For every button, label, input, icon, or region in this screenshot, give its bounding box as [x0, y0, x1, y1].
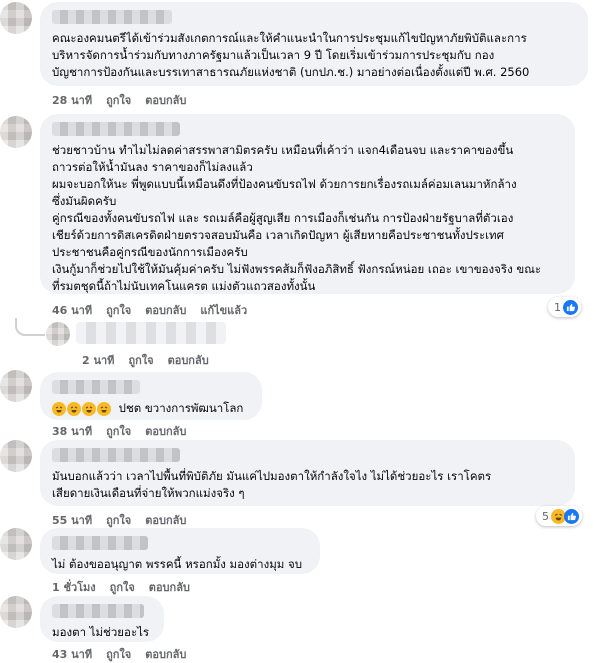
comment-line: ช่วยชาวบ้าน ทำไมไม่ลดค่าสรรพาสามิตรครับ …	[52, 143, 514, 157]
comment-text: ไม่ ต้องขออนุญาต พรรคนี้ หรอกมั้ง มองต่า…	[52, 556, 308, 573]
like-button[interactable]: ถูกใจ	[128, 351, 153, 369]
comment-line: คู่กรณีของทั้งคนขับรถไฟ และ รถเมล์คือผู้…	[52, 211, 514, 225]
commenter-name[interactable]	[52, 122, 180, 136]
comment-line: เสียดายเงินเดือนที่จ่ายให้พวกแม่งจริง ๆ	[52, 486, 245, 500]
timestamp: 1 ชั่วโมง	[52, 581, 96, 594]
comment-line: ผมจะบอกให้นะ พี่พูดแบบนี้เหมือนดึงที่ป้อ…	[52, 177, 517, 191]
comment-line: ถาวรต่อให้น้ำมันลง ราคาของก็ไม่ลงแล้ว	[52, 160, 253, 174]
avatar[interactable]	[0, 370, 32, 402]
comment-line: เงินกู้มาก็ช่วยไปใช้ให้มันคุ้มค่าครับ ไม…	[52, 262, 542, 276]
comment-bubble: ช่วยชาวบ้าน ทำไมไม่ลดค่าสรรพาสามิตรครับ …	[40, 114, 575, 294]
laughing-emoji-icon	[82, 401, 96, 416]
laughing-emoji-icon	[67, 401, 81, 416]
avatar[interactable]	[0, 440, 32, 472]
reply-button[interactable]: ตอบกลับ	[168, 351, 209, 369]
comment-line: ประชาชนคือคู่กรณีของนักการเมืองครับ	[52, 245, 248, 259]
comment-text: คณะองคมนตรีได้เข้าร่วมสังเกตการณ์และให้ค…	[52, 30, 576, 81]
reply-button[interactable]: ตอบกลับ	[149, 578, 190, 596]
comment-actions: 28 นาที ถูกใจ ตอบกลับ	[52, 91, 186, 109]
emoji-group	[52, 401, 111, 416]
comment-line: บริหารจัดการน้ำร่วมกับทางภาครัฐมาแล้วเป็…	[52, 48, 495, 62]
like-button[interactable]: ถูกใจ	[106, 645, 131, 663]
comment-line: เชียร์ด้วยการดิสเครดิตฝ่ายตรวจสอบมันคือ …	[52, 228, 504, 242]
comment-line: คณะองคมนตรีได้เข้าร่วมสังเกตการณ์และให้ค…	[52, 31, 527, 45]
comment-text: มันบอกแล้วว่า เวลาไปพื้นที่พิบัติภัย มัน…	[52, 468, 563, 502]
edited-label[interactable]: แก้ไขแล้ว	[200, 301, 247, 319]
comment-text: มองตา ไม่ช่วยอะไร	[52, 624, 152, 641]
laughing-emoji-icon	[52, 401, 66, 416]
comment-bubble: มองตา ไม่ช่วยอะไร	[40, 596, 164, 642]
timestamp: 38 นาที	[52, 425, 93, 438]
comment-bubble: ไม่ ต้องขออนุญาต พรรคนี้ หรอกมั้ง มองต่า…	[40, 528, 320, 574]
comment-bubble: ปชต ขวางการพัฒนาโลก	[40, 372, 262, 420]
avatar[interactable]	[0, 2, 32, 34]
reply-button[interactable]: ตอบกลับ	[145, 645, 186, 663]
comment-line: ที่รมตชุดนี้ถ้าไม่นับเทคโนแครต แม่งตัวแถ…	[52, 279, 316, 293]
avatar[interactable]	[0, 528, 32, 560]
reply-button[interactable]: ตอบกลับ	[145, 91, 186, 109]
reply-button[interactable]: ตอบกลับ	[145, 301, 186, 319]
like-button[interactable]: ถูกใจ	[106, 91, 131, 109]
avatar[interactable]	[46, 322, 70, 346]
like-reaction-icon	[564, 508, 579, 524]
like-button[interactable]: ถูกใจ	[106, 511, 131, 529]
timestamp: 43 นาที	[52, 648, 93, 661]
comment-bubble: คณะองคมนตรีได้เข้าร่วมสังเกตการณ์และให้ค…	[40, 2, 588, 86]
comment-line: ไม่ ต้องขออนุญาต พรรคนี้ หรอกมั้ง มองต่า…	[52, 557, 303, 571]
comment-actions: 2 นาที ถูกใจ ตอบกลับ	[82, 351, 209, 369]
comment-line: มันบอกแล้วว่า เวลาไปพื้นที่พิบัติภัย มัน…	[52, 469, 492, 483]
comment-text: ปชต ขวางการพัฒนาโลก	[52, 400, 250, 417]
comment-actions: 46 นาที ถูกใจ ตอบกลับ แก้ไขแล้ว	[52, 301, 247, 319]
comment-line: ซึ่งมันผิดครับ	[52, 194, 117, 208]
reaction-count: 5	[542, 509, 549, 523]
like-button[interactable]: ถูกใจ	[110, 578, 135, 596]
timestamp: 55 นาที	[52, 514, 93, 527]
reaction-summary[interactable]: 1	[548, 297, 581, 317]
comment-line: บัญชาการป้องกันและบรรเทาสาธารณภัยแห่งชาต…	[52, 65, 530, 79]
timestamp: 46 นาที	[52, 304, 93, 317]
commenter-name[interactable]	[52, 448, 180, 462]
like-button[interactable]: ถูกใจ	[106, 422, 131, 440]
comment-actions: 55 นาที ถูกใจ ตอบกลับ	[52, 511, 186, 529]
reply-button[interactable]: ตอบกลับ	[145, 422, 186, 440]
comment-line: มองตา ไม่ช่วยอะไร	[52, 625, 150, 639]
reply-thread-line	[15, 318, 45, 336]
avatar[interactable]	[0, 116, 32, 148]
commenter-name[interactable]	[52, 380, 140, 394]
reaction-summary[interactable]: 5	[536, 506, 582, 526]
reply-button[interactable]: ตอบกลับ	[145, 511, 186, 529]
avatar[interactable]	[0, 596, 32, 628]
commenter-name[interactable]	[52, 10, 172, 24]
commenter-name[interactable]	[52, 604, 144, 618]
like-reaction-icon	[563, 299, 578, 315]
comment-text: ช่วยชาวบ้าน ทำไมไม่ลดค่าสรรพาสามิตรครับ …	[52, 142, 563, 295]
timestamp: 28 นาที	[52, 94, 93, 107]
comment-line: ปชต ขวางการพัฒนาโลก	[118, 401, 244, 415]
comment-actions: 1 ชั่วโมง ถูกใจ ตอบกลับ	[52, 578, 190, 596]
commenter-name[interactable]	[52, 536, 148, 550]
reply-content	[76, 322, 226, 344]
comment-actions: 38 นาที ถูกใจ ตอบกลับ	[52, 422, 186, 440]
comment-actions: 43 นาที ถูกใจ ตอบกลับ	[52, 645, 186, 663]
laughing-emoji-icon	[97, 401, 111, 416]
like-button[interactable]: ถูกใจ	[106, 301, 131, 319]
comment-bubble: มันบอกแล้วว่า เวลาไปพื้นที่พิบัติภัย มัน…	[40, 440, 575, 506]
reaction-count: 1	[554, 300, 561, 314]
timestamp: 2 นาที	[82, 354, 115, 367]
